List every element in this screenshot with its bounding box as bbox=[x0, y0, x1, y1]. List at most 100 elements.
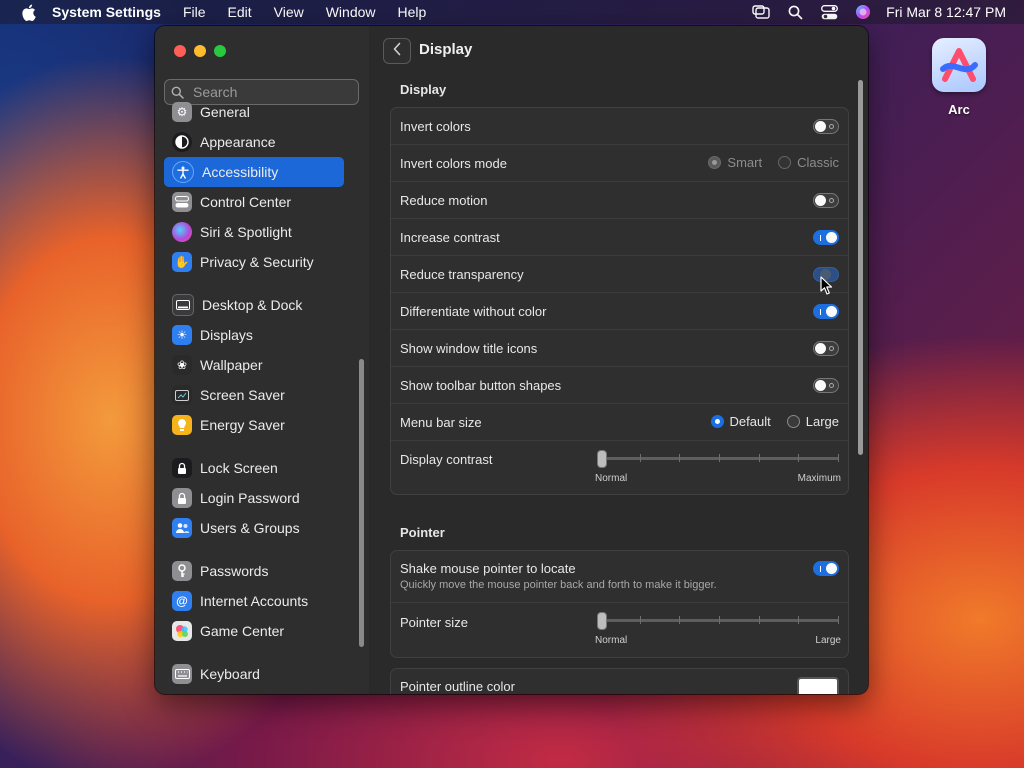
control-center-icon[interactable] bbox=[820, 3, 838, 21]
row-label: Show window title icons bbox=[400, 341, 538, 356]
apple-menu-icon[interactable] bbox=[18, 2, 38, 22]
sidebar-item-game-center[interactable]: Game Center bbox=[164, 616, 344, 646]
sidebar-item-login-password[interactable]: Login Password bbox=[164, 483, 344, 513]
row-label: Show toolbar button shapes bbox=[400, 378, 562, 393]
sidebar-item-label: Desktop & Dock bbox=[202, 297, 303, 313]
shake-to-locate-toggle[interactable] bbox=[813, 561, 839, 576]
slider-max-label: Large bbox=[815, 635, 841, 646]
row-invert-colors-mode: Invert colors mode Smart Classic bbox=[391, 145, 848, 182]
accessibility-icon bbox=[172, 161, 194, 183]
content-scrollbar[interactable] bbox=[858, 80, 863, 455]
radio-large[interactable]: Large bbox=[786, 414, 839, 429]
row-show-toolbar-button-shapes: Show toolbar button shapes bbox=[391, 367, 848, 404]
appearance-icon bbox=[172, 132, 192, 152]
desktop-icon-arc[interactable]: Arc bbox=[930, 38, 988, 117]
show-toolbar-button-shapes-toggle[interactable] bbox=[813, 378, 839, 393]
chevron-left-icon bbox=[392, 42, 402, 61]
sidebar-item-label: Passwords bbox=[200, 563, 269, 579]
sidebar-item-label: Lock Screen bbox=[200, 460, 278, 476]
sidebar-item-appearance[interactable]: Appearance bbox=[164, 127, 344, 157]
show-window-title-icons-toggle[interactable] bbox=[813, 341, 839, 356]
mouse-pointer-icon bbox=[820, 276, 834, 301]
menu-bar: System Settings File Edit View Window He… bbox=[0, 0, 1024, 24]
sidebar-item-siri-spotlight[interactable]: Siri & Spotlight bbox=[164, 217, 344, 247]
back-button[interactable] bbox=[383, 38, 411, 64]
sidebar-item-screen-saver[interactable]: Screen Saver bbox=[164, 380, 344, 410]
differentiate-without-color-toggle[interactable] bbox=[813, 304, 839, 319]
sidebar-scrollbar[interactable] bbox=[359, 359, 364, 647]
pointer-color-group: Pointer outline color bbox=[390, 668, 849, 694]
row-label: Shake mouse pointer to locate bbox=[400, 561, 576, 576]
pointer-outline-color-well[interactable] bbox=[797, 677, 839, 694]
section-heading-pointer: Pointer bbox=[400, 525, 445, 540]
sidebar-item-users-groups[interactable]: Users & Groups bbox=[164, 513, 344, 543]
row-pointer-outline-color: Pointer outline color bbox=[391, 669, 848, 694]
radio-classic[interactable]: Classic bbox=[778, 155, 839, 170]
arc-app-icon bbox=[932, 38, 986, 92]
sidebar-item-displays[interactable]: ☀ Displays bbox=[164, 320, 344, 350]
menu-view[interactable]: View bbox=[274, 4, 304, 20]
close-button[interactable] bbox=[174, 45, 186, 57]
hand-icon: ✋ bbox=[172, 252, 192, 272]
sidebar-item-label: Displays bbox=[200, 327, 253, 343]
radio-default[interactable]: Default bbox=[710, 414, 771, 429]
invert-colors-toggle[interactable] bbox=[813, 119, 839, 134]
sidebar-item-energy-saver[interactable]: Energy Saver bbox=[164, 410, 344, 440]
zoom-button[interactable] bbox=[214, 45, 226, 57]
key-icon bbox=[172, 561, 192, 581]
sidebar-item-general[interactable]: ⚙ General bbox=[164, 97, 344, 127]
stage-manager-icon[interactable] bbox=[752, 3, 770, 21]
lock-icon bbox=[172, 488, 192, 508]
menu-help[interactable]: Help bbox=[398, 4, 427, 20]
sidebar-item-label: Accessibility bbox=[202, 164, 279, 180]
sidebar-item-passwords[interactable]: Passwords bbox=[164, 556, 344, 586]
spotlight-icon[interactable] bbox=[786, 3, 804, 21]
menu-file[interactable]: File bbox=[183, 4, 206, 20]
window-controls bbox=[174, 45, 226, 57]
menu-bar-size-radios: Default Large bbox=[695, 414, 839, 429]
sidebar-item-label: Login Password bbox=[200, 490, 300, 506]
row-increase-contrast: Increase contrast bbox=[391, 219, 848, 256]
lock-icon bbox=[172, 458, 192, 478]
row-menu-bar-size: Menu bar size Default Large bbox=[391, 404, 848, 441]
slider-min-label: Normal bbox=[595, 473, 628, 484]
sidebar-item-keyboard[interactable]: Keyboard bbox=[164, 659, 344, 689]
increase-contrast-toggle[interactable] bbox=[813, 230, 839, 245]
users-icon bbox=[172, 518, 192, 538]
sidebar-item-control-center[interactable]: Control Center bbox=[164, 187, 344, 217]
system-settings-window: ⚙ General Appearance Accessibility Cont bbox=[155, 26, 868, 694]
minimize-button[interactable] bbox=[194, 45, 206, 57]
sidebar-item-lock-screen[interactable]: Lock Screen bbox=[164, 453, 344, 483]
menu-clock[interactable]: Fri Mar 8 12:47 PM bbox=[886, 4, 1006, 20]
slider-thumb[interactable] bbox=[597, 612, 607, 630]
row-label: Display contrast bbox=[400, 452, 493, 467]
sidebar-item-label: Wallpaper bbox=[200, 357, 263, 373]
radio-smart[interactable]: Smart bbox=[708, 155, 762, 170]
row-differentiate-without-color: Differentiate without color bbox=[391, 293, 848, 330]
siri-icon[interactable] bbox=[854, 3, 872, 21]
content-pane: Display Display Invert colors Invert col… bbox=[369, 26, 868, 694]
row-display-contrast: Display contrast Normal Maximum bbox=[391, 441, 848, 494]
page-title: Display bbox=[419, 41, 473, 58]
menu-window[interactable]: Window bbox=[326, 4, 376, 20]
sidebar-item-wallpaper[interactable]: ❀ Wallpaper bbox=[164, 350, 344, 380]
dock-icon bbox=[172, 294, 194, 316]
row-description: Quickly move the mouse pointer back and … bbox=[400, 579, 717, 591]
sidebar: ⚙ General Appearance Accessibility Cont bbox=[155, 26, 370, 694]
sidebar-item-desktop-dock[interactable]: Desktop & Dock bbox=[164, 290, 344, 320]
sidebar-item-internet-accounts[interactable]: @ Internet Accounts bbox=[164, 586, 344, 616]
row-pointer-size: Pointer size Normal Large bbox=[391, 603, 848, 657]
desktop-icon-label: Arc bbox=[948, 102, 970, 117]
reduce-motion-toggle[interactable] bbox=[813, 193, 839, 208]
menu-app-name[interactable]: System Settings bbox=[52, 4, 161, 20]
row-reduce-motion: Reduce motion bbox=[391, 182, 848, 219]
sidebar-item-accessibility[interactable]: Accessibility bbox=[164, 157, 344, 187]
menu-edit[interactable]: Edit bbox=[228, 4, 252, 20]
row-label: Pointer size bbox=[400, 615, 468, 630]
slider-thumb[interactable] bbox=[597, 450, 607, 468]
gear-icon: ⚙ bbox=[172, 102, 192, 122]
sidebar-item-privacy-security[interactable]: ✋ Privacy & Security bbox=[164, 247, 344, 277]
sidebar-item-label: Siri & Spotlight bbox=[200, 224, 292, 240]
sidebar-item-label: Energy Saver bbox=[200, 417, 285, 433]
row-label: Menu bar size bbox=[400, 415, 482, 430]
